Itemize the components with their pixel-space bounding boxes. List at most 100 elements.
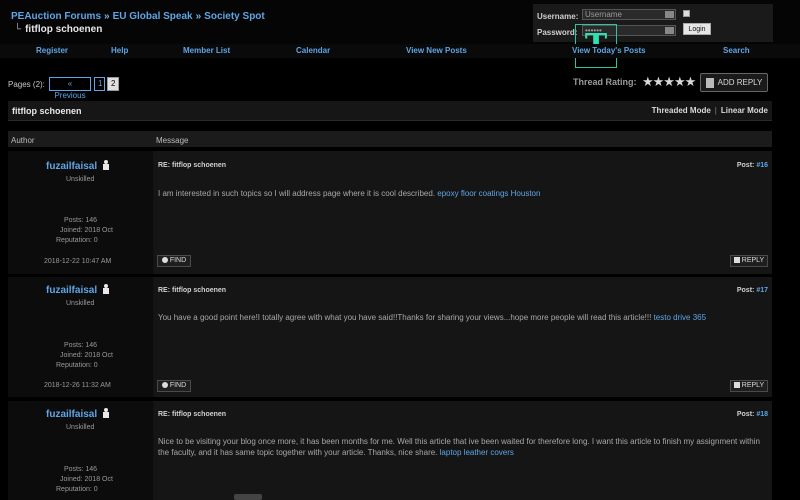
post-text-link[interactable]: laptop leather covers xyxy=(440,448,514,457)
post-body: RE: fitflop schoenen Post: #17 You have … xyxy=(154,277,772,397)
post-date: 2018-12-22 10:47 AM xyxy=(44,258,112,265)
rating-stars-icon[interactable]: ★★★★★ xyxy=(642,74,696,90)
post-text: I am interested in such topics so I will… xyxy=(158,188,762,199)
author-joined: Joined: 2018 Oct xyxy=(60,227,113,234)
post-subject: RE: fitflop schoenen xyxy=(158,162,227,169)
add-reply-button[interactable]: ADD REPLY xyxy=(700,73,768,92)
user-status-icon xyxy=(103,160,109,170)
username-label: Username: xyxy=(537,12,579,21)
search-icon xyxy=(161,257,168,263)
username-input[interactable]: Username xyxy=(582,9,676,20)
nav-help[interactable]: Help xyxy=(111,46,128,55)
post: fuzailfaisal Unskilled Posts: 146 Joined… xyxy=(8,401,772,500)
username-placeholder: Username xyxy=(585,10,622,19)
author-username[interactable]: fuzailfaisal xyxy=(46,161,97,172)
breadcrumb-eu-global-speak[interactable]: EU Global Speak xyxy=(113,11,193,22)
nav-calendar[interactable]: Calendar xyxy=(296,46,330,55)
find-label: FIND xyxy=(169,382,187,389)
find-button[interactable]: FIND xyxy=(157,380,191,392)
post-text: You have a good point here!I totally agr… xyxy=(158,312,762,323)
author-username[interactable]: fuzailfaisal xyxy=(46,409,97,420)
post-text-link[interactable]: testo drive 365 xyxy=(654,313,706,322)
post-number-label: Post: xyxy=(736,287,755,294)
user-status-icon xyxy=(103,284,109,294)
login-panel: Username: Username Password: •••••• Logi… xyxy=(533,4,773,42)
breadcrumb-current: └ fitflop schoenen xyxy=(14,24,102,35)
author-usertitle: Unskilled xyxy=(66,300,95,307)
autofill-icon xyxy=(665,11,674,18)
reply-icon xyxy=(733,382,740,388)
linear-mode-link[interactable]: Linear Mode xyxy=(721,106,768,115)
post-number-label: Post: xyxy=(736,162,755,169)
nav-search[interactable]: Search xyxy=(723,46,750,55)
find-button[interactable]: FIND xyxy=(157,255,191,267)
find-label: FIND xyxy=(169,257,187,264)
post-number: Post: #18 xyxy=(737,411,768,418)
thread-header: fitflop schoenen Threaded Mode | Linear Mo… xyxy=(8,101,772,121)
breadcrumb: PEAuction Forums» EU Global Speak» Society… xyxy=(11,11,265,22)
column-message: Message xyxy=(156,136,189,145)
post-number-label: Post: xyxy=(736,411,755,418)
post-subject: RE: fitflop schoenen xyxy=(158,287,227,294)
post-text: Nice to be visiting your blog once more,… xyxy=(158,436,762,458)
author-usertitle: Unskilled xyxy=(66,424,95,431)
previous-page-link[interactable]: « Previous xyxy=(49,77,91,100)
post-text-link[interactable]: epoxy floor coatings Houston xyxy=(437,189,540,198)
post-number-link[interactable]: #17 xyxy=(756,287,768,294)
page-current-2: 2 xyxy=(107,77,119,91)
author-reputation: Reputation: 0 xyxy=(56,237,98,244)
author-post-count: Posts: 146 xyxy=(64,217,98,224)
user-status-icon xyxy=(103,408,109,418)
author-joined: Joined: 2018 Oct xyxy=(60,476,113,483)
pages-label: Pages (2): xyxy=(8,80,45,89)
reply-label: REPLY xyxy=(741,382,765,389)
post-number-link[interactable]: #16 xyxy=(756,162,768,169)
post-author-panel: fuzailfaisal Unskilled Posts: 146 Joined… xyxy=(8,277,153,397)
reply-label: REPLY xyxy=(741,257,765,264)
author-usertitle: Unskilled xyxy=(66,176,95,183)
breadcrumb-current-label: fitflop schoenen xyxy=(25,24,103,35)
password-label: Password: xyxy=(537,28,578,37)
post-number-link[interactable]: #18 xyxy=(756,411,768,418)
remember-me-checkbox[interactable] xyxy=(683,10,690,17)
post-body: RE: fitflop schoenen Post: #18 Nice to b… xyxy=(154,401,772,500)
column-author: Author xyxy=(11,136,35,145)
thread-title: fitflop schoenen xyxy=(12,106,82,116)
post-number: Post: #16 xyxy=(737,162,768,169)
post: fuzailfaisal Unskilled Posts: 146 Joined… xyxy=(8,151,772,274)
column-header: Author Message xyxy=(8,131,772,147)
nav-view-new-posts[interactable]: View New Posts xyxy=(406,46,467,55)
reply-button[interactable]: REPLY xyxy=(730,380,768,392)
author-post-count: Posts: 146 xyxy=(64,342,98,349)
nav-view-todays-posts[interactable]: View Today's Posts xyxy=(572,46,646,55)
autofill-icon xyxy=(665,27,674,34)
tree-arrow-icon: └ xyxy=(14,24,22,35)
author-post-count: Posts: 146 xyxy=(64,466,98,473)
reply-button[interactable]: REPLY xyxy=(730,255,768,267)
breadcrumb-forums[interactable]: PEAuction Forums xyxy=(11,11,101,22)
display-modes: Threaded Mode | Linear Mode xyxy=(652,106,768,115)
author-reputation: Reputation: 0 xyxy=(56,362,98,369)
login-button[interactable]: Login xyxy=(683,23,711,35)
reply-icon xyxy=(733,257,740,263)
nav-register[interactable]: Register xyxy=(36,46,68,55)
author-joined: Joined: 2018 Oct xyxy=(60,352,113,359)
post-subject: RE: fitflop schoenen xyxy=(158,411,227,418)
horizontal-scrollbar[interactable] xyxy=(234,494,262,500)
post-number: Post: #17 xyxy=(737,287,768,294)
breadcrumb-separator: » xyxy=(195,11,202,22)
author-username[interactable]: fuzailfaisal xyxy=(46,285,97,296)
mode-separator: | xyxy=(714,106,717,115)
reply-doc-icon xyxy=(705,77,714,88)
post-author-panel: fuzailfaisal Unskilled Posts: 146 Joined… xyxy=(8,151,153,274)
nav-bar: Register Help Member List Calendar View … xyxy=(0,44,800,58)
page-link-1[interactable]: 1 xyxy=(94,77,105,91)
post-author-panel: fuzailfaisal Unskilled Posts: 146 Joined… xyxy=(8,401,153,500)
breadcrumb-separator: » xyxy=(104,11,110,22)
post-text-body: I am interested in such topics so I will… xyxy=(158,189,436,198)
threaded-mode-link[interactable]: Threaded Mode xyxy=(652,106,711,115)
header-bar: PEAuction Forums» EU Global Speak» Society… xyxy=(0,0,800,44)
breadcrumb-society-spot[interactable]: Society Spot xyxy=(204,11,265,22)
nav-member-list[interactable]: Member List xyxy=(183,46,230,55)
post-body: RE: fitflop schoenen Post: #16 I am inte… xyxy=(154,151,772,274)
